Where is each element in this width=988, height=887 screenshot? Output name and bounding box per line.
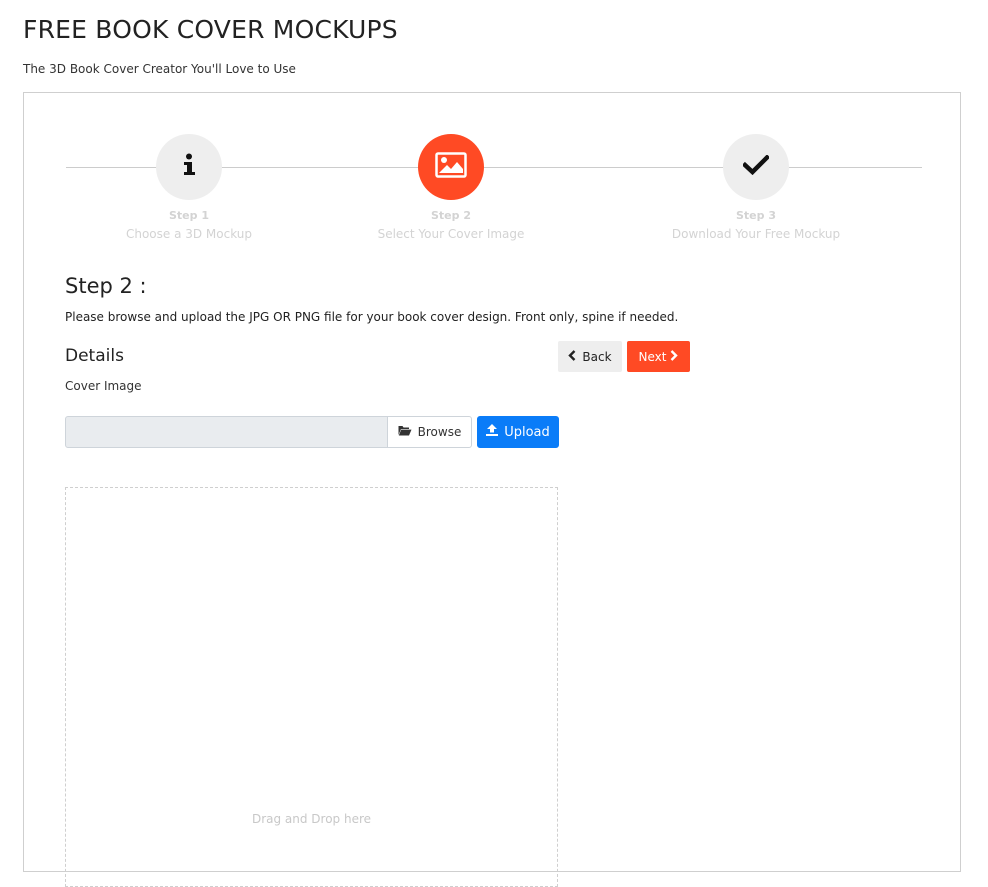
step-1-number: Step 1 — [169, 209, 209, 222]
upload-icon — [486, 424, 504, 440]
step-3-circle[interactable] — [723, 134, 789, 200]
step-3-number: Step 3 — [736, 209, 776, 222]
details-heading: Details — [65, 346, 124, 366]
checkmark-icon — [741, 154, 771, 179]
info-icon — [182, 153, 196, 181]
browse-button[interactable]: Browse — [387, 416, 472, 448]
step-1-circle[interactable] — [156, 134, 222, 200]
step-3[interactable]: Step 3 Download Your Free Mockup — [636, 134, 876, 241]
next-button[interactable]: Next — [627, 341, 690, 372]
upload-instructions: Please browse and upload the JPG OR PNG … — [65, 310, 679, 324]
step-3-description: Download Your Free Mockup — [671, 227, 841, 241]
folder-open-icon — [398, 425, 418, 439]
cover-file-input[interactable] — [65, 416, 388, 448]
upload-button[interactable]: Upload — [477, 416, 559, 448]
step-2-description: Select Your Cover Image — [377, 227, 525, 241]
chevron-right-icon — [666, 349, 679, 364]
cover-image-label: Cover Image — [65, 379, 142, 393]
step-2-number: Step 2 — [431, 209, 471, 222]
image-icon — [435, 152, 467, 182]
chevron-left-icon — [568, 349, 582, 364]
drag-drop-zone[interactable]: Drag and Drop here — [65, 487, 558, 887]
step-1-description: Choose a 3D Mockup — [125, 227, 253, 241]
step-heading: Step 2 : — [65, 274, 147, 298]
upload-button-label: Upload — [504, 424, 550, 440]
dropzone-text: Drag and Drop here — [251, 812, 372, 826]
page-subtitle: The 3D Book Cover Creator You'll Love to… — [23, 62, 296, 76]
step-2[interactable]: Step 2 Select Your Cover Image — [331, 134, 571, 241]
step-1[interactable]: Step 1 Choose a 3D Mockup — [69, 134, 309, 241]
browse-button-label: Browse — [417, 425, 462, 439]
wizard-panel: Step 1 Choose a 3D Mockup Step 2 Select … — [23, 92, 961, 887]
back-button[interactable]: Back — [558, 341, 622, 372]
page-title: FREE BOOK COVER MOCKUPS — [23, 15, 398, 44]
step-2-circle[interactable] — [418, 134, 484, 200]
back-button-label: Back — [582, 349, 612, 364]
next-button-label: Next — [638, 349, 667, 364]
